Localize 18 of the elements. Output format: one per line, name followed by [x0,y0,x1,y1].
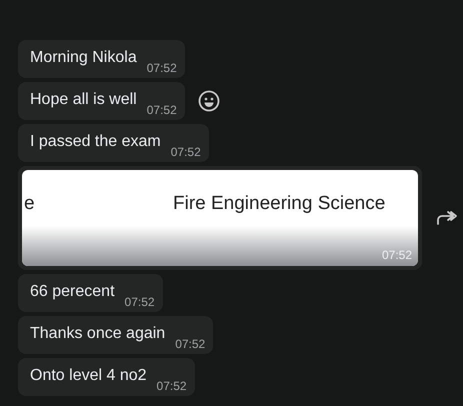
forward-icon[interactable] [436,210,458,226]
message-time: 07:52 [146,103,177,119]
message-time: 07:52 [382,248,412,262]
image-message[interactable]: e Fire Engineering Science 07:52 [18,166,422,270]
message-time: 07:52 [146,61,177,77]
message-time: 07:52 [156,379,187,395]
image-text: e [24,192,35,216]
message-time: 07:52 [124,295,155,311]
message-text: Morning Nikola [30,48,137,68]
message-text: I passed the exam [30,132,161,152]
message-time: 07:52 [175,337,206,353]
message-text: Onto level 4 no2 [30,366,147,386]
image-text: Fire Engineering Science [173,192,386,216]
message-text: Hope all is well [30,90,137,110]
message-time: 07:52 [170,145,201,161]
message-text: 66 perecent [30,282,115,302]
message-text: Thanks once again [30,324,166,344]
emoji-icon[interactable] [198,90,220,112]
